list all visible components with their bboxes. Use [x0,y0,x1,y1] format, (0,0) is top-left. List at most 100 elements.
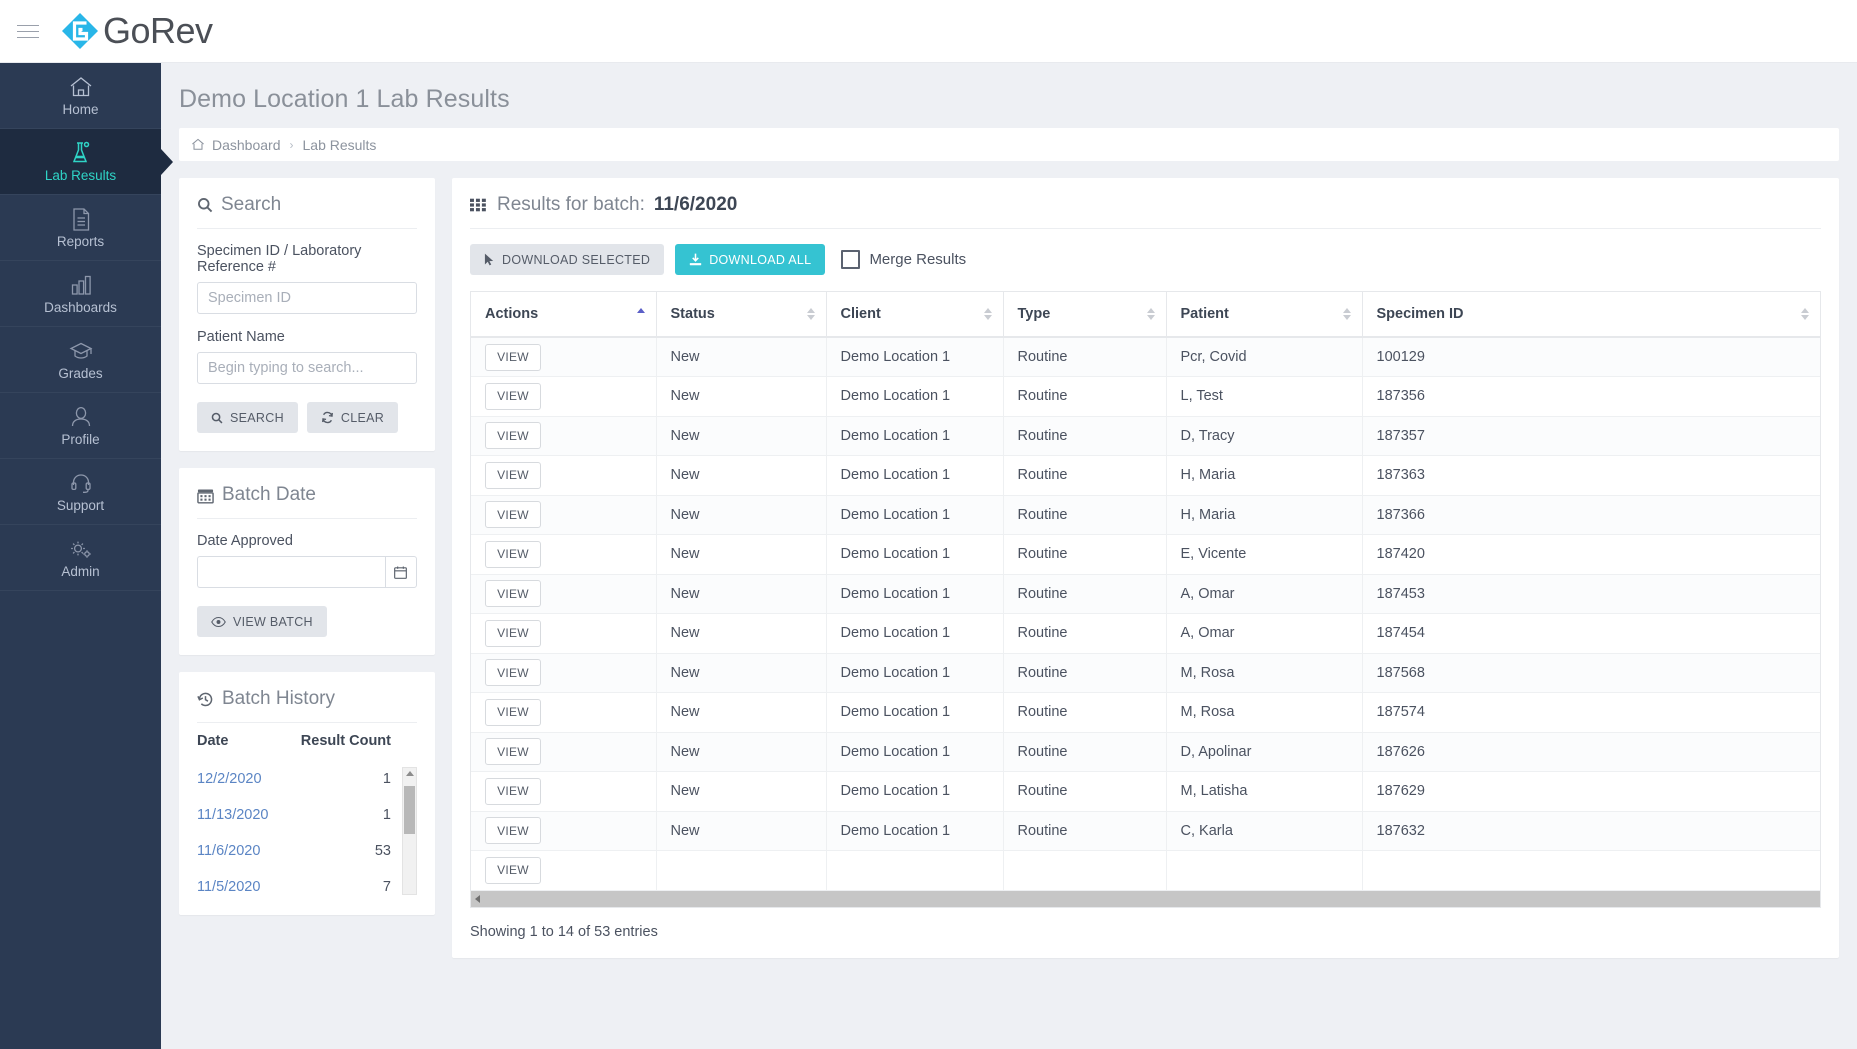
results-cell-client: Demo Location 1 [826,732,1004,772]
batch-history-date[interactable]: 11/5/2020 [197,869,281,905]
view-button[interactable]: VIEW [485,777,541,805]
specimen-id-input[interactable] [197,282,417,314]
date-approved-input[interactable] [197,556,385,588]
results-table-row[interactable]: VIEW New Demo Location 1 Routine D, Apolinar… [471,732,1820,772]
results-table-row[interactable]: VIEW New Demo Location 1 Routine E, Vicente 1… [471,534,1820,575]
view-button[interactable]: VIEW [485,422,541,450]
search-panel-title-text: Search [221,194,282,215]
flask-icon [69,140,93,166]
batch-history-col-date: Date [197,733,229,749]
search-button[interactable]: SEARCH [197,402,298,433]
results-table-row[interactable]: VIEW New Demo Location 1 Routine A, Omar 1874… [471,574,1820,614]
scroll-up-arrow-icon[interactable] [406,771,414,776]
results-cell-specimen-id: 187366 [1362,495,1820,535]
results-cell-client: Demo Location 1 [826,534,1004,575]
batch-history-date-link[interactable]: 11/6/2020 [197,843,260,859]
sidebar-item-lab-results[interactable]: Lab Results [0,129,161,195]
view-button[interactable]: VIEW [485,540,541,568]
results-table-row[interactable]: VIEW New Demo Location 1 Routine M, Rosa 1875… [471,692,1820,733]
results-cell-specimen-id: 187356 [1362,376,1820,417]
view-button[interactable]: VIEW [485,580,541,608]
sort-indicator-icon[interactable] [983,306,993,322]
results-table-row[interactable]: VIEW New Demo Location 1 Routine H, Maria 187… [471,455,1820,496]
results-cell-patient: L, Test [1166,376,1363,417]
batch-history-date-link[interactable]: 12/2/2020 [197,771,262,787]
scrollbar-track[interactable] [485,890,1820,907]
cursor-icon [484,253,495,266]
results-table-row[interactable]: VIEW New Demo Location 1 Routine D, Tracy 187… [471,416,1820,456]
scroll-left-arrow-icon[interactable] [475,894,480,903]
view-button[interactable]: VIEW [485,817,541,845]
batch-history-date[interactable]: 11/6/2020 [197,833,281,869]
results-col-status[interactable]: Status [656,292,827,338]
results-table-row[interactable]: VIEW New Demo Location 1 Routine M, Rosa 1875… [471,653,1820,693]
sort-indicator-asc-icon[interactable] [636,306,646,322]
sort-indicator-icon[interactable] [1801,306,1810,322]
patient-name-input[interactable] [197,352,417,384]
results-table-row[interactable]: VIEW New Demo Location 1 Routine H, Maria 187… [471,495,1820,535]
batch-history-date[interactable]: 11/13/2020 [197,797,281,833]
sort-indicator-icon[interactable] [1146,306,1156,322]
view-button[interactable]: VIEW [485,619,541,647]
date-approved-input-group [197,556,417,588]
calendar-picker-button[interactable] [384,556,417,588]
results-cell-status: New [656,495,827,535]
view-batch-button[interactable]: VIEW BATCH [197,606,327,637]
view-button[interactable]: VIEW [485,501,541,529]
view-button[interactable]: VIEW [485,659,541,687]
results-cell-type: Routine [1003,653,1167,693]
results-horizontal-scrollbar[interactable] [470,890,1821,908]
sidebar-item-admin[interactable]: Admin [0,525,161,591]
merge-results-control[interactable]: Merge Results [841,250,966,269]
hamburger-menu-icon[interactable] [13,18,43,44]
results-table-row[interactable]: VIEW New Demo Location 1 Routine M, Latisha 1… [471,771,1820,812]
results-col-specimen-id-label: Specimen ID [1376,306,1464,322]
view-button[interactable]: VIEW [485,856,541,884]
download-all-button[interactable]: DOWNLOAD ALL [675,244,826,275]
batch-history-row[interactable]: 12/2/2020 1 [197,761,417,797]
home-icon [191,138,205,151]
batch-history-date-link[interactable]: 11/5/2020 [197,879,260,895]
view-button[interactable]: VIEW [485,343,541,371]
results-cell-actions: VIEW [471,337,657,377]
batch-history-date-link[interactable]: 11/13/2020 [197,807,269,823]
results-table-row[interactable]: VIEW [471,850,1820,891]
download-selected-button[interactable]: DOWNLOAD SELECTED [470,244,665,275]
batch-history-row[interactable]: 11/6/2020 53 [197,833,417,869]
results-cell-type: Routine [1003,416,1167,456]
results-table-row[interactable]: VIEW New Demo Location 1 Routine A, Omar 1874… [471,613,1820,654]
batch-history-row[interactable]: 11/13/2020 1 [197,797,417,833]
brand-logo[interactable]: GoRev [61,10,213,52]
results-col-specimen-id[interactable]: Specimen ID [1362,292,1820,338]
results-table-row[interactable]: VIEW New Demo Location 1 Routine Pcr, Covid 1… [471,337,1820,377]
results-col-patient[interactable]: Patient [1166,292,1363,338]
sidebar-item-support[interactable]: Support [0,459,161,525]
view-button[interactable]: VIEW [485,382,541,410]
sidebar-item-dashboards[interactable]: Dashboards [0,261,161,327]
merge-results-checkbox[interactable] [841,250,861,269]
batch-history-date[interactable]: 12/2/2020 [197,761,281,797]
search-panel-title: Search [179,178,435,228]
results-cell-specimen-id: 187357 [1362,416,1820,456]
results-table-row[interactable]: VIEW New Demo Location 1 Routine L, Test 1873… [471,376,1820,417]
batch-history-scrollbar[interactable] [402,767,417,895]
batch-history-row[interactable]: 11/5/2020 7 [197,869,417,905]
sort-indicator-icon[interactable] [1342,306,1352,322]
view-button[interactable]: VIEW [485,461,541,489]
results-table-row[interactable]: VIEW New Demo Location 1 Routine C, Karla 187… [471,811,1820,851]
sidebar-item-home[interactable]: Home [0,63,161,129]
results-col-type[interactable]: Type [1003,292,1167,338]
results-cell-patient: A, Omar [1166,574,1363,614]
sidebar-item-profile[interactable]: Profile [0,393,161,459]
scrollbar-thumb[interactable] [404,786,415,834]
results-col-actions[interactable]: Actions [471,292,657,338]
sidebar-item-reports[interactable]: Reports [0,195,161,261]
results-col-client[interactable]: Client [826,292,1004,338]
view-button[interactable]: VIEW [485,698,541,726]
sidebar-item-grades[interactable]: Grades [0,327,161,393]
breadcrumb-item-dashboard[interactable]: Dashboard [212,137,281,153]
sort-indicator-icon[interactable] [806,306,816,322]
view-button[interactable]: VIEW [485,738,541,766]
results-cell-actions: VIEW [471,495,657,535]
clear-button[interactable]: CLEAR [306,402,399,433]
